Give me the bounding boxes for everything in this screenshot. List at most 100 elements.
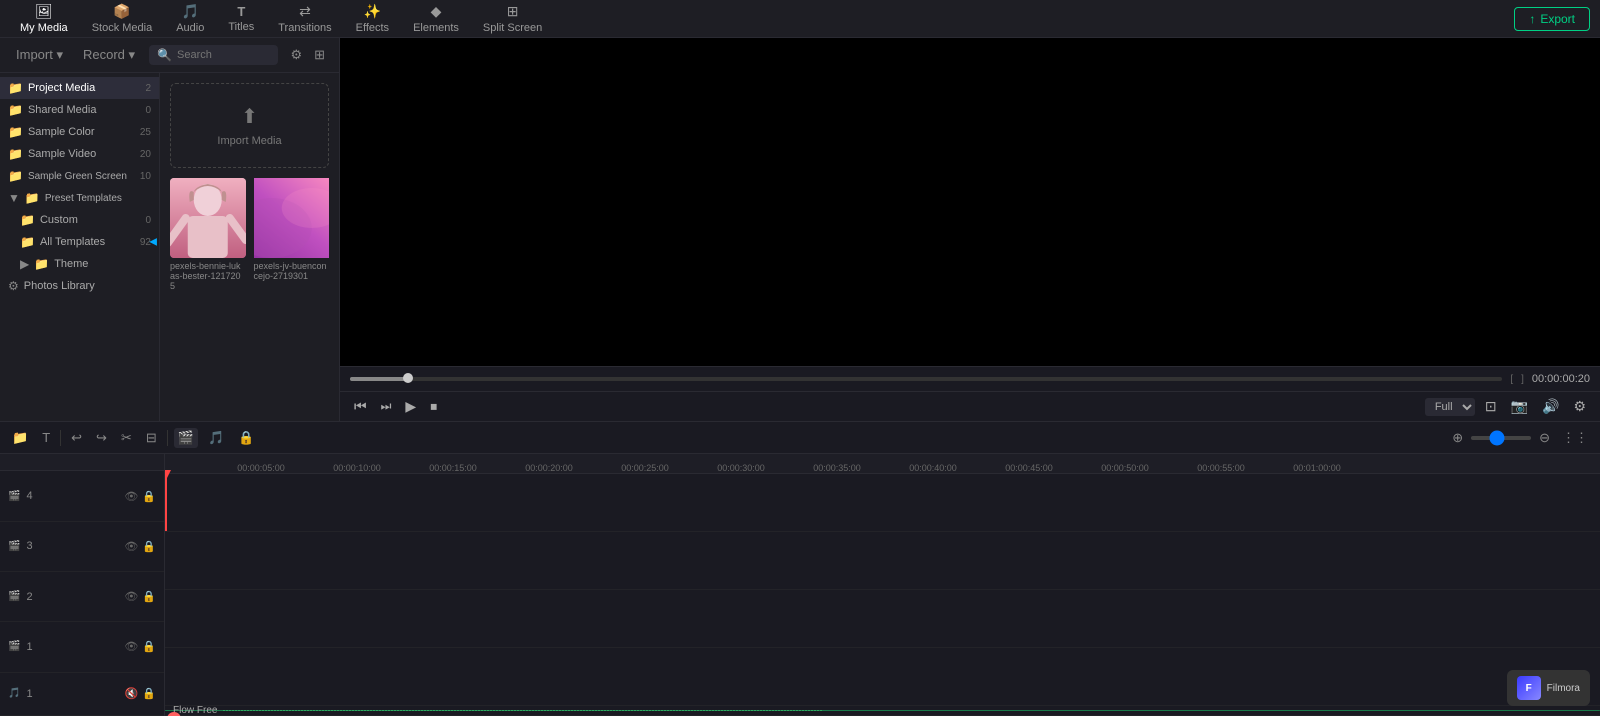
nav-stock-media[interactable]: 📦 Stock Media <box>82 0 163 38</box>
thumb-pink-gradient <box>254 178 330 258</box>
fit-screen-icon[interactable]: ⊡ <box>1481 396 1501 417</box>
nav-split-screen[interactable]: ⊞ Split Screen <box>473 0 552 38</box>
filter-icon[interactable]: ⚙ <box>286 45 306 65</box>
tree-item-preset-templates[interactable]: ▼ 📁 Preset Templates <box>0 187 159 209</box>
waveform-bar <box>685 710 687 711</box>
settings-icon[interactable]: ⚙ <box>1569 396 1590 417</box>
folder-icon-custom: 📁 <box>20 213 35 227</box>
track-label-4: 🎬 4 👁 🔒 <box>0 471 164 521</box>
waveform-bar <box>634 710 636 711</box>
view-options-icon[interactable]: ⊞ <box>310 45 329 65</box>
media-item-person[interactable]: pexels-bennie-lukas-bester-1217205 <box>170 178 246 291</box>
tree-item-project-media[interactable]: 📁 Project Media 2 <box>0 77 159 99</box>
record-button[interactable]: Record ▾ <box>77 44 141 66</box>
track-2-icons: 👁 🔒 <box>124 590 156 603</box>
waveform-bar <box>763 710 765 711</box>
bracket-left-icon: [ <box>1510 374 1513 385</box>
stop-button[interactable]: ⏹ <box>426 396 441 417</box>
redo-button[interactable]: ↪ <box>92 428 111 448</box>
zoom-in-icon[interactable]: ⊕ <box>1448 428 1467 448</box>
volume-icon[interactable]: 🔊 <box>1538 396 1563 417</box>
waveform-bar <box>574 710 576 711</box>
waveform-bar <box>742 710 744 711</box>
play-button[interactable]: ▶ <box>401 396 420 417</box>
waveform-bar <box>322 710 324 711</box>
lock-icon-3[interactable]: 🔒 <box>142 540 156 553</box>
waveform-bar <box>511 710 513 711</box>
folder-icon-theme: 📁 <box>34 257 49 271</box>
visibility-icon-1[interactable]: 👁 <box>124 640 138 653</box>
lock-button[interactable]: 🔒 <box>234 428 258 448</box>
media-toolbar: Import ▾ Record ▾ 🔍 ⚙ ⊞ <box>0 38 339 73</box>
tree-item-theme[interactable]: ▶ 📁 Theme <box>0 253 159 275</box>
zoom-out-icon[interactable]: ⊖ <box>1535 428 1554 448</box>
timeline-body: 🎬 4 👁 🔒 🎬 3 👁 🔒 🎬 2 👁 <box>0 454 1600 716</box>
waveform-bar <box>430 710 432 711</box>
nav-my-media[interactable]: 🖼 My Media <box>10 0 78 38</box>
waveform-bar <box>670 710 672 711</box>
lock-icon-4[interactable]: 🔒 <box>142 490 156 503</box>
quality-select[interactable]: Full 1/2 1/4 <box>1425 398 1475 416</box>
waveform-bar <box>706 710 708 711</box>
waveform-bar <box>223 710 225 711</box>
nav-effects[interactable]: ✨ Effects <box>346 0 399 38</box>
rewind-button[interactable]: ⏮ <box>350 396 371 417</box>
nav-elements[interactable]: ◆ Elements <box>403 0 469 38</box>
tree-item-custom[interactable]: 📁 Custom 0 <box>0 209 159 231</box>
nav-transitions[interactable]: ⇄ Transitions <box>268 0 341 38</box>
waveform-bar <box>652 710 654 711</box>
visibility-icon-4[interactable]: 👁 <box>124 490 138 503</box>
lock-icon-1[interactable]: 🔒 <box>142 640 156 653</box>
add-text-button[interactable]: T <box>38 428 54 447</box>
tree-item-sample-color[interactable]: 📁 Sample Color 25 <box>0 121 159 143</box>
visibility-icon-3[interactable]: 👁 <box>124 540 138 553</box>
waveform-bar <box>514 710 516 711</box>
search-input[interactable] <box>177 49 270 61</box>
waveform-bar <box>451 710 453 711</box>
search-bar[interactable]: 🔍 <box>149 45 278 65</box>
undo-button[interactable]: ↩ <box>67 428 86 448</box>
lock-icon-2[interactable]: 🔒 <box>142 590 156 603</box>
waveform-bar <box>502 710 504 711</box>
waveform-bar <box>616 710 618 711</box>
export-button[interactable]: ↑ Export <box>1514 7 1590 31</box>
file-tree: 📁 Project Media 2 📁 Shared Media 0 📁 Sam… <box>0 73 160 421</box>
tree-item-sample-video[interactable]: 📁 Sample Video 20 <box>0 143 159 165</box>
video-track-button[interactable]: 🎬 <box>174 428 198 448</box>
nav-audio[interactable]: 🎵 Audio <box>166 0 214 38</box>
tree-item-photos-library[interactable]: ⚙ Photos Library <box>0 275 159 297</box>
ruler-mark: 00:00:25:00 <box>621 463 669 473</box>
import-area[interactable]: ⬆ Import Media <box>170 83 329 168</box>
waveform-bar <box>805 710 807 711</box>
audio-track-button[interactable]: 🎵 <box>204 428 228 448</box>
tree-item-sample-green[interactable]: 📁 Sample Green Screen 10 <box>0 165 159 187</box>
split-button[interactable]: ⊟ <box>142 428 161 448</box>
tree-item-shared-media[interactable]: 📁 Shared Media 0 <box>0 99 159 121</box>
waveform-bar <box>772 710 774 711</box>
waveform-bar <box>394 710 396 711</box>
folder-icon-video: 📁 <box>8 147 23 161</box>
media-item-pink[interactable]: pexels-jv-buenconcejo-2719301 <box>254 178 330 291</box>
screenshot-icon[interactable]: 📷 <box>1507 396 1532 417</box>
delete-button[interactable]: ✂ <box>117 428 136 448</box>
waveform-bar <box>412 710 414 711</box>
more-options-icon[interactable]: ⋮⋮ <box>1558 428 1592 448</box>
nav-titles[interactable]: T Titles <box>218 0 264 37</box>
tree-item-all-templates[interactable]: 📁 All Templates 92 ◀ <box>0 231 159 253</box>
preview-area <box>340 38 1600 366</box>
audio-clip[interactable]: × Flow Free <box>165 710 1600 711</box>
import-button[interactable]: Import ▾ <box>10 44 69 66</box>
waveform-bar <box>667 710 669 711</box>
visibility-icon-2[interactable]: 👁 <box>124 590 138 603</box>
waveform-bar <box>592 710 594 711</box>
add-media-button[interactable]: 📁 <box>8 428 32 448</box>
step-back-button[interactable]: ⏭ <box>377 397 396 416</box>
track-1-icons: 👁 🔒 <box>124 640 156 653</box>
lock-icon-a1[interactable]: 🔒 <box>142 687 156 700</box>
mute-icon-1[interactable]: 🔇 <box>125 687 139 700</box>
waveform-bar <box>808 710 810 711</box>
ruler-mark: 00:00:15:00 <box>429 463 477 473</box>
zoom-slider[interactable] <box>1471 436 1531 440</box>
split-screen-icon: ⊞ <box>507 3 519 20</box>
progress-bar[interactable] <box>350 377 1502 381</box>
